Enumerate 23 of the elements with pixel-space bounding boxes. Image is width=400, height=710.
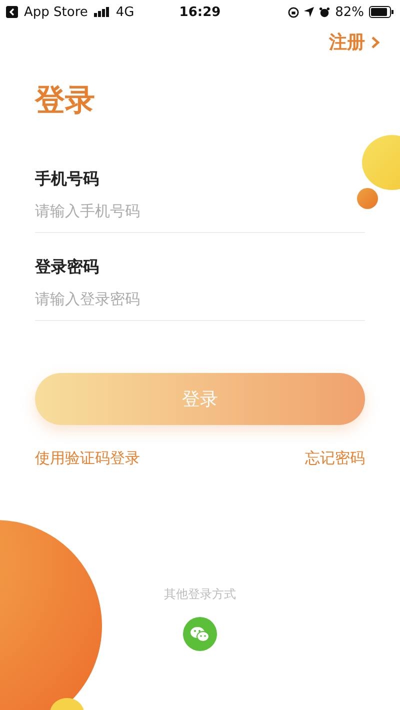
text-link[interactable]: 使用验证码登录 — [35, 449, 140, 468]
status-time: 16:29 — [179, 4, 221, 20]
chat-bubbles-icon — [190, 626, 210, 642]
battery-percent: 82% — [335, 4, 364, 20]
register-link[interactable]: 注册 — [329, 30, 380, 54]
input-field[interactable]: 请输入登录密码 — [35, 288, 365, 310]
chevron-right-icon — [371, 36, 380, 48]
back-app-label[interactable]: App Store — [24, 4, 88, 20]
page-title: 登录 — [35, 82, 96, 120]
input-field[interactable]: 请输入手机号码 — [35, 200, 365, 222]
text-link[interactable]: 忘记密码 — [305, 449, 365, 468]
field-label: 手机号码 — [35, 169, 100, 190]
field-label: 登录密码 — [35, 257, 100, 278]
small-bubble-decoration — [357, 188, 378, 209]
location-icon — [304, 7, 314, 17]
network-label: 4G — [116, 4, 134, 20]
other-login-label: 其他登录方式 — [164, 586, 236, 603]
lock-rotation-icon — [288, 6, 300, 18]
login-button[interactable]: 登录 — [35, 373, 365, 425]
back-icon[interactable] — [6, 6, 18, 18]
signal-icon — [94, 7, 110, 17]
battery-icon — [369, 6, 394, 18]
alarm-icon — [319, 6, 330, 18]
